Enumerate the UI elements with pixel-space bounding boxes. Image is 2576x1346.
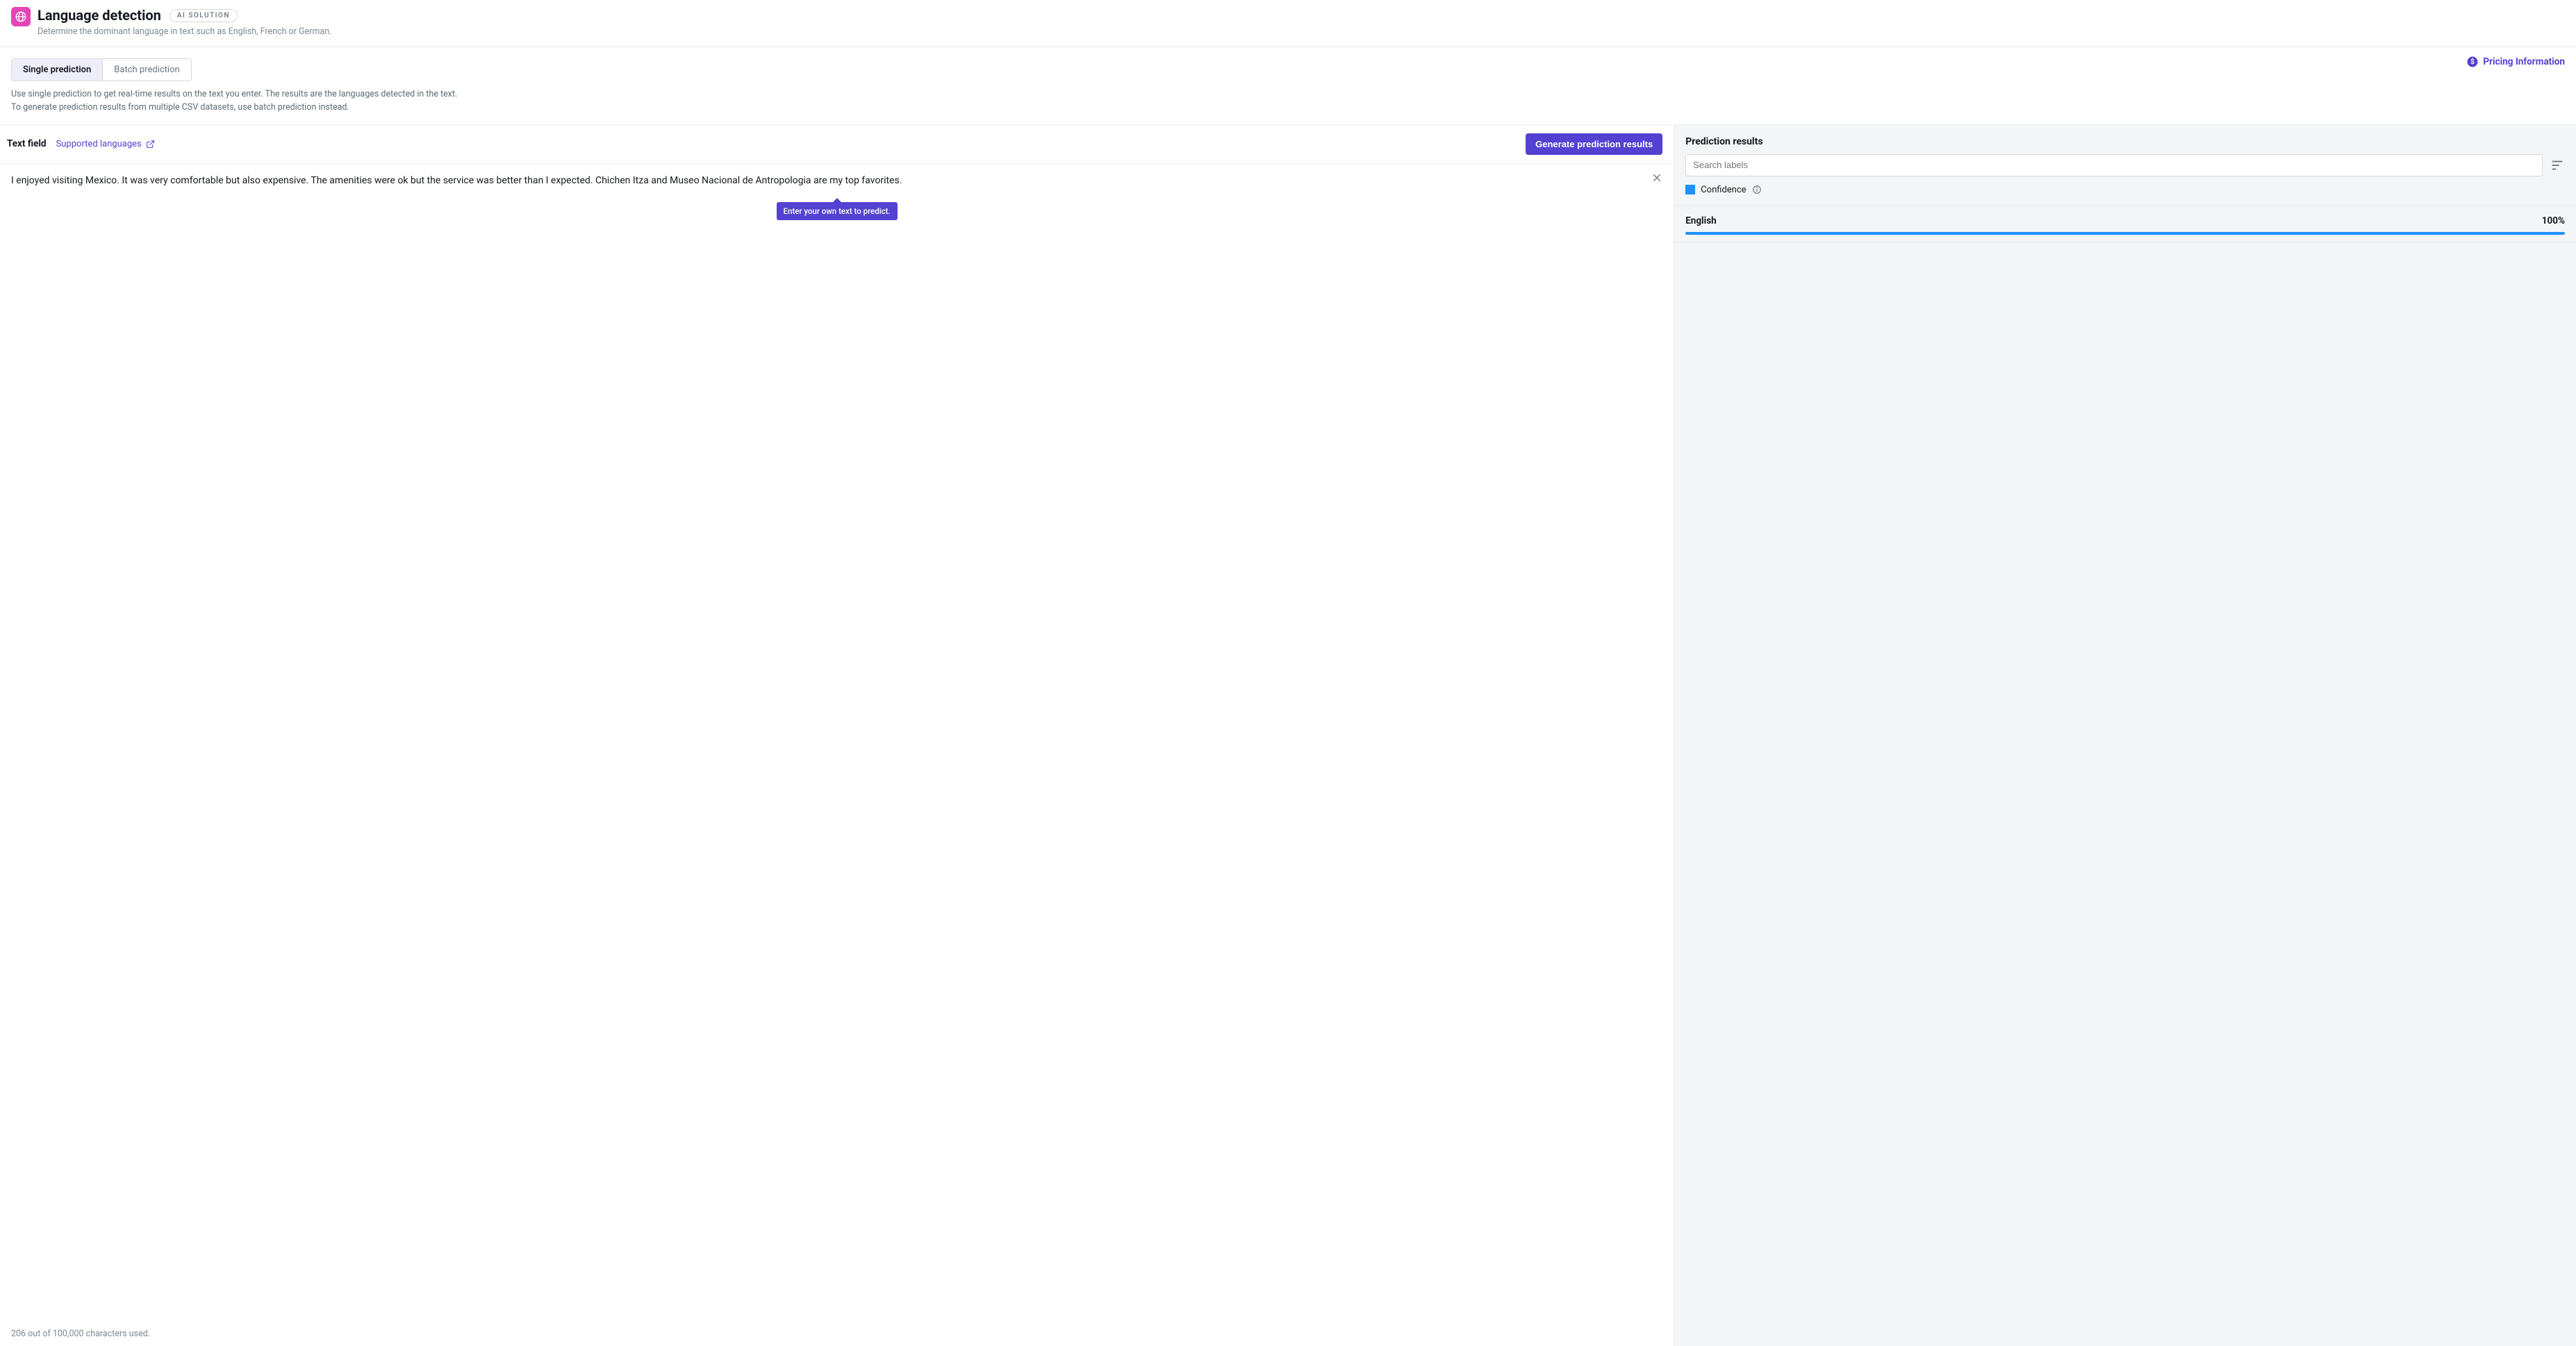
main: Text field Supported languages Generate … [0, 125, 2576, 1346]
tabs-description: Use single prediction to get real-time r… [11, 88, 457, 115]
result-confidence-bar [1685, 232, 2565, 235]
supported-languages-text: Supported languages [56, 139, 142, 149]
globe-icon [11, 7, 31, 26]
confidence-label: Confidence [1701, 185, 1746, 195]
page-subtitle: Determine the dominant language in text … [38, 26, 331, 37]
results-header: Prediction results [1674, 125, 2576, 154]
tab-single-prediction[interactable]: Single prediction [12, 59, 102, 81]
search-labels-input[interactable] [1685, 154, 2543, 176]
text-input-panel: Text field Supported languages Generate … [0, 125, 1674, 1346]
pricing-information-link[interactable]: $ Pricing Information [2466, 56, 2565, 68]
svg-text:$: $ [2471, 58, 2475, 66]
prediction-mode-tabs: Single prediction Batch prediction [11, 58, 192, 81]
confidence-swatch [1685, 185, 1695, 194]
generate-results-button[interactable]: Generate prediction results [1526, 133, 1662, 155]
header: Language detection AI SOLUTION Determine… [0, 0, 2576, 47]
text-input[interactable]: I enjoyed visiting Mexico. It was very c… [0, 164, 1674, 197]
text-field-label: Text field [7, 138, 47, 149]
info-icon[interactable] [1752, 185, 1762, 194]
tabs-desc-line1: Use single prediction to get real-time r… [11, 89, 457, 99]
ai-solution-badge: AI SOLUTION [170, 9, 238, 22]
results-panel: Prediction results Confidence English 10… [1674, 125, 2576, 1346]
result-row: English 100% [1674, 205, 2576, 242]
text-field-header: Text field Supported languages Generate … [0, 125, 1674, 164]
external-link-icon [146, 140, 155, 149]
result-label: English [1685, 215, 1717, 226]
text-area-wrapper: I enjoyed visiting Mexico. It was very c… [0, 164, 1674, 1346]
result-value: 100% [2542, 215, 2565, 226]
dollar-icon: $ [2466, 56, 2479, 68]
supported-languages-link[interactable]: Supported languages [56, 139, 155, 149]
sort-icon[interactable] [2550, 158, 2565, 173]
clear-text-icon[interactable] [1651, 172, 1664, 185]
enter-text-tooltip: Enter your own text to predict. [777, 202, 898, 220]
pricing-label: Pricing Information [2483, 56, 2565, 67]
character-count: 206 out of 100,000 characters used. [0, 1323, 1674, 1346]
tabs-desc-line2: To generate prediction results from mult… [11, 102, 349, 113]
confidence-legend: Confidence [1674, 185, 2576, 205]
tab-batch-prediction[interactable]: Batch prediction [102, 59, 190, 81]
page-title: Language detection [38, 7, 161, 24]
tabs-bar: Single prediction Batch prediction Use s… [0, 47, 2576, 125]
